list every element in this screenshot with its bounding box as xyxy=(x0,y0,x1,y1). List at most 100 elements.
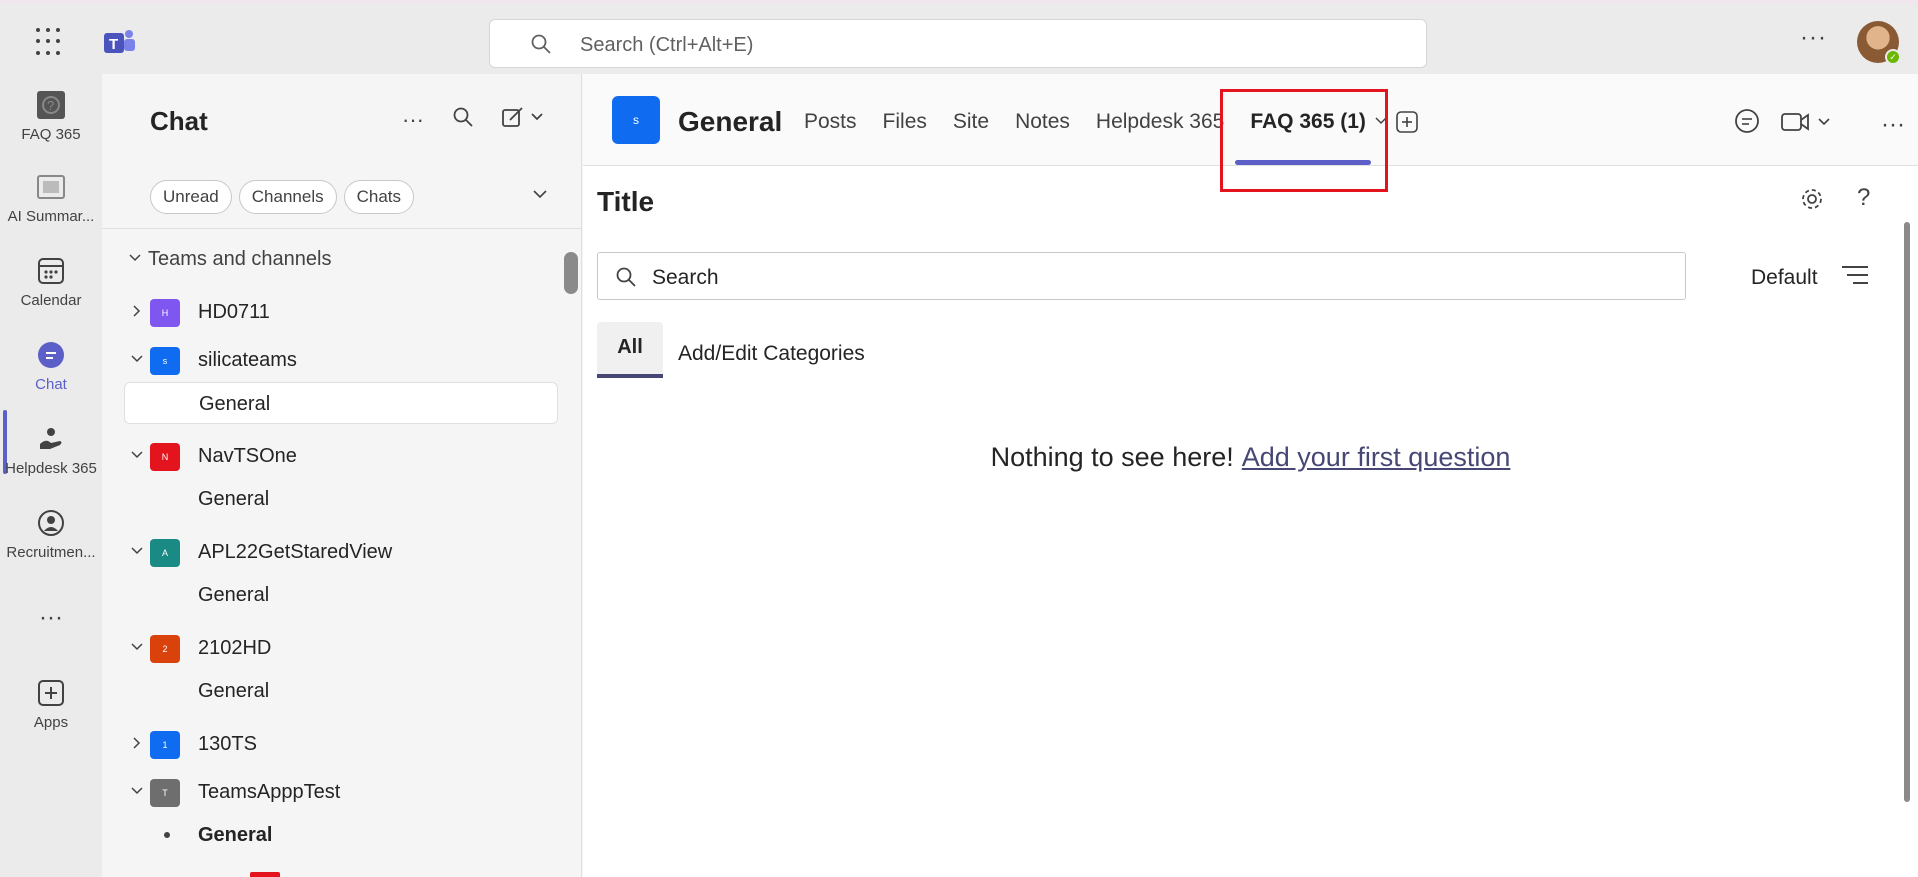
team-row-hd0711[interactable]: H HD0711 xyxy=(102,292,562,332)
more-apps-icon: ··· xyxy=(39,604,63,631)
team-avatar: N xyxy=(150,443,180,471)
category-tab-label: All xyxy=(617,336,643,358)
tab-notes[interactable]: Notes xyxy=(1015,110,1070,134)
more-options-icon[interactable]: ··· xyxy=(402,107,424,133)
conversation-icon[interactable] xyxy=(1733,108,1761,141)
rail-item-helpdesk-365[interactable]: Helpdesk 365 xyxy=(0,424,102,477)
sort-dropdown[interactable]: Default xyxy=(1751,266,1818,290)
chevron-down-icon xyxy=(130,448,144,467)
main-scrollbar[interactable] xyxy=(1904,222,1910,802)
search-icon xyxy=(530,33,552,60)
search-icon[interactable] xyxy=(452,106,474,134)
team-row-navtsone[interactable]: N NavTSOne xyxy=(102,436,562,476)
new-chat-icon[interactable] xyxy=(502,106,546,134)
channel-name: General xyxy=(198,680,270,702)
channel-row-apl22-general[interactable]: General xyxy=(124,574,558,616)
channel-row-teamsappptest-general[interactable]: General xyxy=(124,814,558,856)
rail-label: Calendar xyxy=(20,292,82,309)
team-name: HD0711 xyxy=(198,300,270,323)
empty-state: Nothing to see here! Add your first quest… xyxy=(583,442,1918,473)
team-avatar-partial xyxy=(250,872,280,877)
user-avatar[interactable]: ✓ xyxy=(1857,21,1901,65)
empty-state-text: Nothing to see here! xyxy=(990,442,1234,472)
tab-helpdesk-365[interactable]: Helpdesk 365 xyxy=(1096,110,1224,134)
active-category-indicator xyxy=(597,374,663,378)
more-options-icon[interactable]: ··· xyxy=(1881,111,1905,139)
team-name: NavTSOne xyxy=(198,444,297,467)
section-label: Teams and channels xyxy=(148,248,332,270)
search-icon xyxy=(615,266,637,293)
team-row-130ts[interactable]: 1 130TS xyxy=(102,724,562,764)
title-bar: T Search (Ctrl+Alt+E) ··· ✓ xyxy=(0,0,1918,74)
divider xyxy=(102,228,582,229)
rail-label: AI Summar... xyxy=(7,208,95,225)
rail-label: Helpdesk 365 xyxy=(5,460,97,477)
help-icon[interactable]: ? xyxy=(1857,184,1870,212)
team-row-2102hd[interactable]: 2 2102HD xyxy=(102,628,562,668)
team-avatar: H xyxy=(150,299,180,327)
side-panel-title: Chat xyxy=(150,106,208,136)
teams-and-channels-header[interactable]: Teams and channels xyxy=(128,248,331,271)
app-launcher-icon[interactable] xyxy=(36,28,64,56)
rail-label: Chat xyxy=(35,376,67,393)
sort-icon[interactable] xyxy=(1840,264,1870,291)
channel-row-navtsone-general[interactable]: General xyxy=(124,478,558,520)
filter-unread[interactable]: Unread xyxy=(150,180,232,214)
ai-summary-app-icon xyxy=(36,172,66,202)
tab-site[interactable]: Site xyxy=(953,110,989,134)
filter-channels[interactable]: Channels xyxy=(238,180,337,214)
rail-more-apps[interactable]: ··· xyxy=(0,604,102,632)
rail-item-chat[interactable]: Chat xyxy=(0,340,102,393)
settings-gear-icon[interactable] xyxy=(1799,186,1825,217)
channel-header: s General Posts Files Site Notes Helpdes… xyxy=(583,74,1918,192)
faq-search-placeholder: Search xyxy=(652,266,719,289)
highlight-annotation xyxy=(1220,89,1388,192)
team-name: 130TS xyxy=(198,732,257,755)
channel-row-silicateams-general[interactable]: General xyxy=(124,382,558,424)
team-avatar: 2 xyxy=(150,635,180,663)
helpdesk-icon xyxy=(36,424,66,454)
channel-name: General xyxy=(198,488,270,510)
side-scrollbar[interactable] xyxy=(564,252,578,294)
category-tab-all[interactable]: All xyxy=(597,322,663,378)
chevron-down-icon[interactable] xyxy=(532,186,548,207)
rail-item-recruitment[interactable]: Recruitmen... xyxy=(0,508,102,561)
channel-title: General xyxy=(678,106,783,137)
add-first-question-link[interactable]: Add your first question xyxy=(1242,442,1511,472)
team-avatar: T xyxy=(150,779,180,807)
filter-chats[interactable]: Chats xyxy=(343,180,415,214)
chat-icon xyxy=(36,340,66,370)
rail-label: Recruitmen... xyxy=(6,544,96,561)
team-name: 2102HD xyxy=(198,636,272,659)
channel-row-2102hd-general[interactable]: General xyxy=(124,670,558,712)
faq-app-icon: ? xyxy=(36,90,66,120)
team-avatar: A xyxy=(150,539,180,567)
rail-item-apps[interactable]: Apps xyxy=(0,678,102,731)
chevron-down-icon xyxy=(130,784,144,803)
team-name: silicateams xyxy=(198,348,297,371)
rail-item-calendar[interactable]: Calendar xyxy=(0,256,102,309)
global-search-input[interactable]: Search (Ctrl+Alt+E) xyxy=(489,19,1427,68)
team-row-teamsappptest[interactable]: T TeamsApppTest xyxy=(102,772,562,812)
apps-icon xyxy=(36,678,66,708)
team-row-silicateams[interactable]: s silicateams xyxy=(102,340,562,380)
app-rail: ? FAQ 365 AI Summar... Calendar Chat Hel… xyxy=(0,74,102,877)
faq-title: Title xyxy=(597,186,655,217)
tab-posts[interactable]: Posts xyxy=(804,110,857,134)
chevron-down-icon xyxy=(130,352,144,371)
channel-name: General xyxy=(199,393,271,415)
tab-files[interactable]: Files xyxy=(883,110,927,134)
more-options-icon[interactable]: ··· xyxy=(1800,24,1827,52)
chevron-right-icon xyxy=(130,736,144,755)
add-tab-icon[interactable] xyxy=(1395,110,1419,139)
faq-search-input[interactable]: Search xyxy=(597,252,1686,300)
calendar-icon xyxy=(36,256,66,286)
chevron-right-icon xyxy=(130,304,144,323)
filter-chips: Unread Channels Chats xyxy=(150,180,415,214)
presence-available-icon: ✓ xyxy=(1885,49,1901,65)
team-row-apl22getstaredview[interactable]: A APL22GetStaredView xyxy=(102,532,562,572)
video-call-icon[interactable] xyxy=(1781,110,1835,139)
rail-item-faq-365[interactable]: ? FAQ 365 xyxy=(0,90,102,143)
add-edit-categories-link[interactable]: Add/Edit Categories xyxy=(678,342,865,366)
rail-item-ai-summary[interactable]: AI Summar... xyxy=(0,172,102,225)
